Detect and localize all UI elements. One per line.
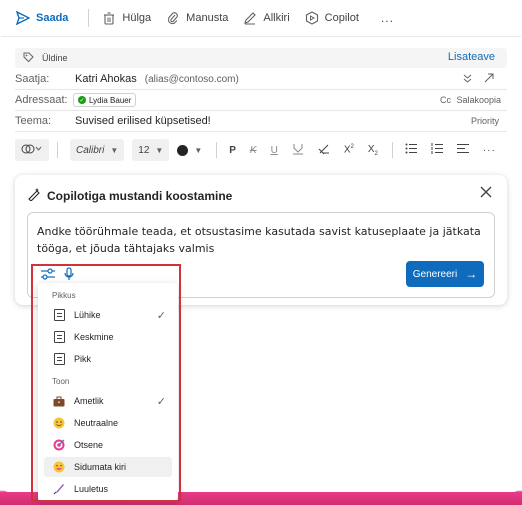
- presence-available-icon: ✓: [78, 96, 86, 104]
- from-name: Katri Ahokas: [75, 73, 137, 85]
- font-color-button[interactable]: ▼: [177, 144, 203, 156]
- recipient-chip[interactable]: ✓ Lydia Bauer: [73, 93, 137, 107]
- discard-label: Hülga: [122, 12, 152, 24]
- align-left-icon: [456, 143, 469, 157]
- copilot-card-title: Copilotiga mustandi koostamine: [27, 187, 232, 204]
- format-separator: [57, 142, 58, 158]
- field-divider: [15, 131, 507, 132]
- copilot-title-text: Copilotiga mustandi koostamine: [47, 188, 233, 203]
- copilot-icon: [304, 10, 320, 26]
- toolbar-separator: [88, 9, 90, 27]
- generate-button[interactable]: Genereeri →: [406, 261, 484, 287]
- subject-label: Teema:: [15, 115, 52, 127]
- color-dot-icon: [177, 144, 189, 156]
- font-family-select[interactable]: Calibri ▼: [70, 139, 125, 161]
- send-button[interactable]: Saada: [15, 0, 68, 36]
- paragraph-icon: P: [229, 144, 236, 156]
- more-options-button[interactable]: ...: [381, 11, 394, 25]
- copilot-label: Copilot: [324, 12, 359, 24]
- font-size-select[interactable]: 12 ▼: [132, 139, 170, 161]
- magic-pen-icon: [27, 187, 41, 204]
- highlighter-icon: [292, 143, 304, 158]
- clear-format-button[interactable]: K: [250, 145, 257, 156]
- attach-label: Manusta: [186, 12, 229, 24]
- from-alias: (alias@contoso.com): [144, 73, 239, 85]
- priority-button[interactable]: Priority: [471, 116, 499, 126]
- toolbar-divider: [1, 36, 521, 37]
- format-more-button[interactable]: ···: [483, 145, 496, 156]
- paperclip-icon: [165, 10, 181, 26]
- from-field[interactable]: Saatja: Katri Ahokas (alias@contoso.com): [15, 69, 507, 89]
- from-label: Saatja:: [15, 73, 50, 85]
- subscript-icon: X2: [367, 143, 378, 157]
- format-separator: [391, 142, 393, 158]
- styles-icon: [21, 143, 43, 158]
- send-label: Saada: [36, 12, 69, 24]
- clear-all-button[interactable]: [318, 143, 330, 158]
- subject-value[interactable]: Suvised erilised küpsetised!: [75, 115, 211, 127]
- attach-button[interactable]: Manusta: [165, 0, 228, 36]
- superscript-button[interactable]: X2: [344, 144, 354, 155]
- compose-panel: Saada Hülga Manusta Allkiri Copilot ... …: [1, 0, 521, 502]
- signature-label: Allkiri: [263, 12, 290, 24]
- font-family-value: Calibri: [76, 144, 105, 156]
- bold-button[interactable]: P: [229, 145, 236, 156]
- sensitivity-bar[interactable]: Üldine Lisateave: [15, 48, 507, 68]
- numbered-list-icon: [431, 143, 443, 157]
- highlight-outline: [31, 264, 181, 502]
- chevron-down-icon: ▼: [194, 145, 203, 155]
- to-field[interactable]: Adressaat: ✓ Lydia Bauer Cc Salakoopia: [15, 90, 507, 110]
- ellipsis-icon: ···: [482, 144, 496, 156]
- compose-toolbar: Saada Hülga Manusta Allkiri Copilot ...: [1, 0, 521, 36]
- recipient-chip-label: Lydia Bauer: [89, 95, 132, 105]
- copilot-button[interactable]: Copilot: [304, 0, 359, 36]
- tag-icon: [23, 52, 34, 65]
- generate-label: Genereeri: [412, 268, 458, 280]
- format-separator: [216, 142, 218, 158]
- align-button[interactable]: [456, 143, 469, 157]
- underline-icon: U: [270, 144, 278, 156]
- chevron-down-icon: ▼: [110, 145, 119, 155]
- bullet-list-icon: [405, 143, 417, 157]
- superscript-icon: X2: [343, 144, 354, 156]
- send-icon: [15, 10, 31, 26]
- discard-button[interactable]: Hülga: [101, 0, 151, 36]
- to-label: Adressaat:: [15, 94, 68, 106]
- font-size-value: 12: [138, 144, 150, 156]
- copilot-prompt-text[interactable]: Andke töörühmale teada, et otsustasime k…: [37, 223, 487, 257]
- chevron-down-icon: ▼: [155, 145, 164, 155]
- sensitivity-label: Üldine: [42, 53, 68, 63]
- styles-button[interactable]: [15, 139, 49, 161]
- more-info-link[interactable]: Lisateave: [448, 51, 495, 63]
- formatting-toolbar: Calibri ▼ 12 ▼ ▼ P K U X2 X2 ···: [15, 138, 507, 162]
- from-expand-icons[interactable]: [463, 73, 497, 85]
- cc-button[interactable]: Cc: [440, 95, 451, 105]
- close-icon[interactable]: [479, 185, 495, 201]
- subject-field[interactable]: Teema: Suvised erilised küpsetised! Prio…: [15, 111, 507, 131]
- highlight-button[interactable]: [292, 143, 304, 158]
- signature-button[interactable]: Allkiri: [242, 0, 290, 36]
- pen-icon: [242, 10, 258, 26]
- subscript-button[interactable]: X2: [368, 144, 378, 157]
- eraser-icon: [318, 143, 330, 158]
- clear-format-icon: K: [249, 144, 257, 156]
- bullets-button[interactable]: [405, 143, 417, 157]
- trash-icon: [101, 10, 117, 26]
- bcc-button[interactable]: Salakoopia: [456, 95, 501, 105]
- arrow-right-icon: →: [465, 267, 478, 281]
- numbering-button[interactable]: [431, 143, 443, 157]
- underline-button[interactable]: U: [271, 145, 278, 156]
